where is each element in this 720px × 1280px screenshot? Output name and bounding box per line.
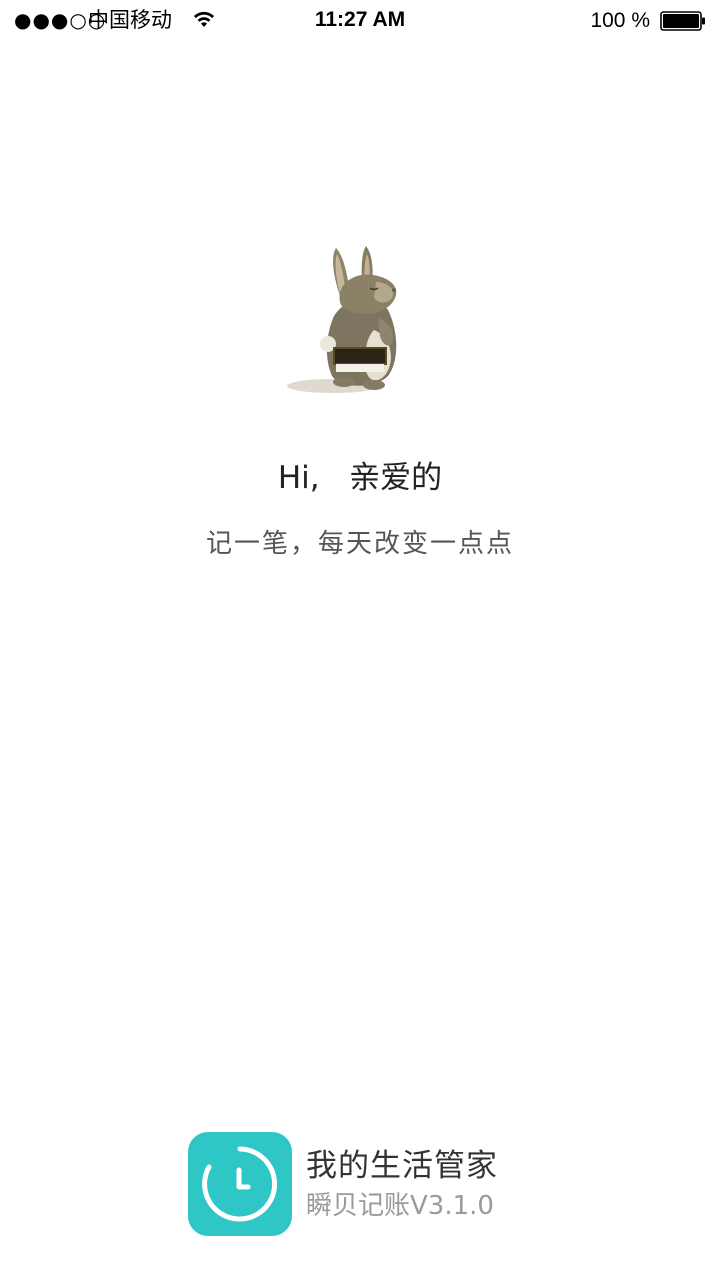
battery-icon [660, 11, 705, 31]
rabbit-illustration [287, 246, 397, 393]
greeting-subtitle: 记一笔，每天改变一点点 [205, 529, 514, 559]
app-version: 瞬贝记账V3.1.0 [306, 1191, 494, 1221]
status-bar: ●●●○○ 中国移动 11:27 AM 100 % [0, 0, 720, 40]
greeting-title: Hi, 亲爱的 [277, 460, 443, 496]
clock-icon [202, 1146, 278, 1222]
app-icon [188, 1132, 292, 1236]
app-name: 我的生活管家 [306, 1148, 498, 1184]
battery-percentage: 100 % [590, 9, 650, 32]
